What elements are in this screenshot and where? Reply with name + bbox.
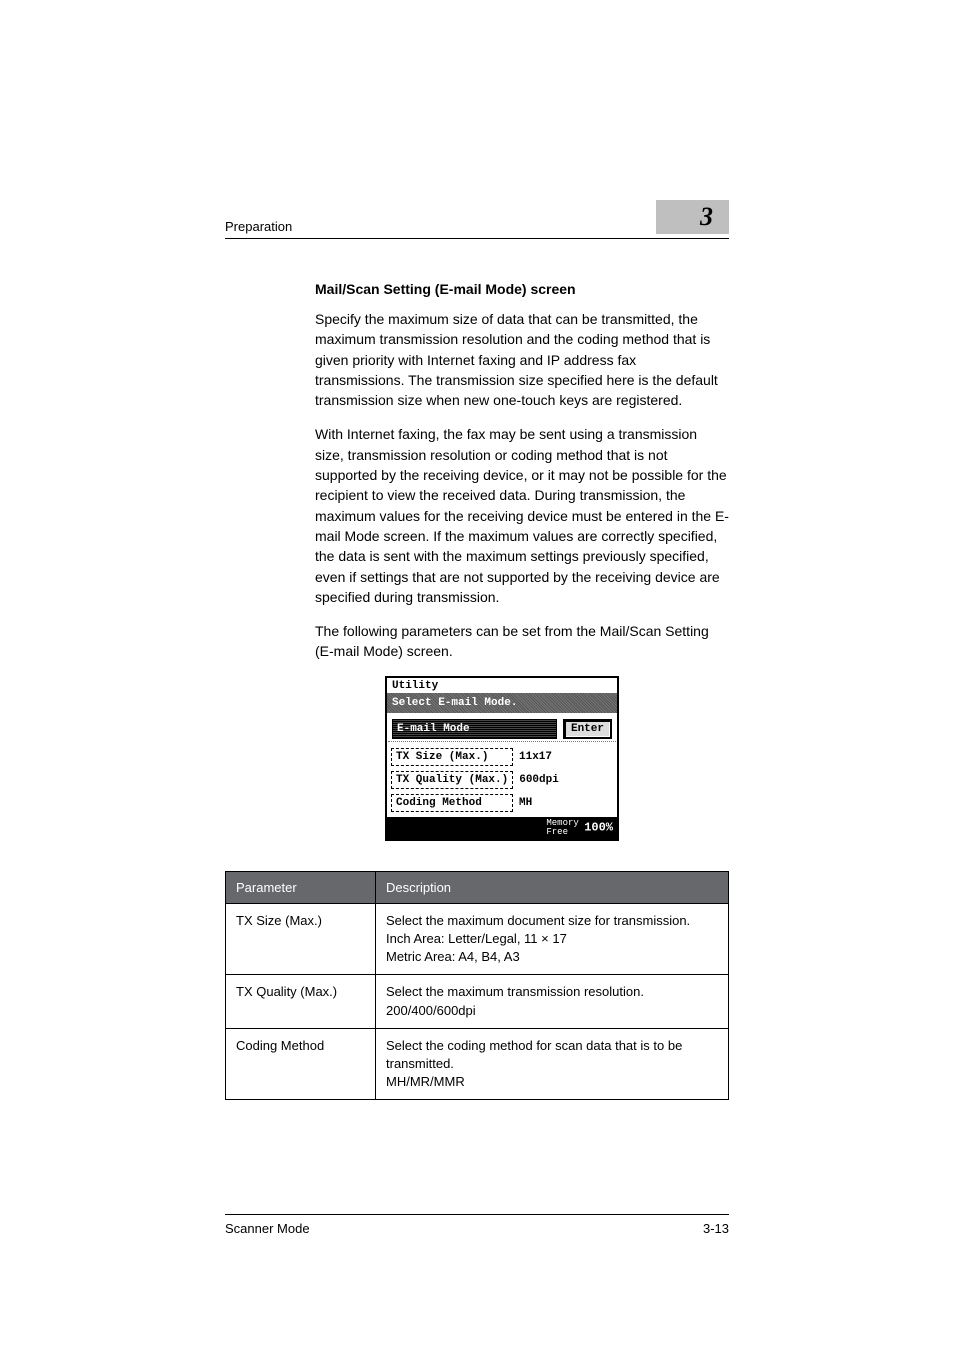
page-content: Preparation 3 Mail/Scan Setting (E-mail … [0,0,954,1100]
lcd-footer: Memory Free 100% [387,817,617,839]
tx-quality-button[interactable]: TX Quality (Max.) [391,771,513,789]
lcd-panel: Utility Select E-mail Mode. E-mail Mode … [385,676,619,841]
lcd-mode-row: E-mail Mode Enter [388,713,616,742]
coding-method-button[interactable]: Coding Method [391,794,513,812]
col-description: Description [376,871,729,903]
table-row: TX Size (Max.) Select the maximum docume… [226,903,729,975]
enter-button[interactable]: Enter [563,719,612,739]
col-parameter: Parameter [226,871,376,903]
param-cell: Coding Method [226,1028,376,1100]
tx-size-button[interactable]: TX Size (Max.) [391,748,513,766]
parameter-table: Parameter Description TX Size (Max.) Sel… [225,871,729,1101]
lcd-row: Coding Method MH [391,794,613,812]
param-cell: TX Quality (Max.) [226,975,376,1028]
desc-cell: Select the maximum transmission resoluti… [376,975,729,1028]
intro-paragraph-2: With Internet faxing, the fax may be sen… [315,424,729,607]
lcd-body: TX Size (Max.) 11x17 TX Quality (Max.) 6… [387,742,617,812]
tx-quality-value: 600dpi [513,774,559,786]
footer-title: Scanner Mode [225,1221,310,1236]
lcd-banner: Select E-mail Mode. [387,693,617,713]
table-row: Coding Method Select the coding method f… [226,1028,729,1100]
chapter-number: 3 [700,202,717,232]
lcd-row: TX Quality (Max.) 600dpi [391,771,613,789]
desc-cell: Select the coding method for scan data t… [376,1028,729,1100]
footer-page-number: 3-13 [703,1221,729,1236]
intro-paragraph-3: The following parameters can be set from… [315,621,729,662]
chapter-badge: 3 [656,200,729,234]
lcd-row: TX Size (Max.) 11x17 [391,748,613,766]
coding-method-value: MH [513,797,532,809]
memory-free-label: Memory Free [546,819,578,837]
table-row: TX Quality (Max.) Select the maximum tra… [226,975,729,1028]
desc-cell: Select the maximum document size for tra… [376,903,729,975]
section-heading: Mail/Scan Setting (E-mail Mode) screen [315,281,729,297]
intro-paragraph-1: Specify the maximum size of data that ca… [315,309,729,410]
tx-size-value: 11x17 [513,751,552,763]
header-section-name: Preparation [225,219,292,234]
lcd-title: Utility [387,678,617,692]
page-header: Preparation 3 [225,200,729,239]
memory-free-percent: 100% [584,820,613,834]
param-cell: TX Size (Max.) [226,903,376,975]
parameter-table-wrap: Parameter Description TX Size (Max.) Sel… [225,871,729,1101]
lcd-mode-label: E-mail Mode [392,719,557,739]
page-footer: Scanner Mode 3-13 [225,1214,729,1236]
